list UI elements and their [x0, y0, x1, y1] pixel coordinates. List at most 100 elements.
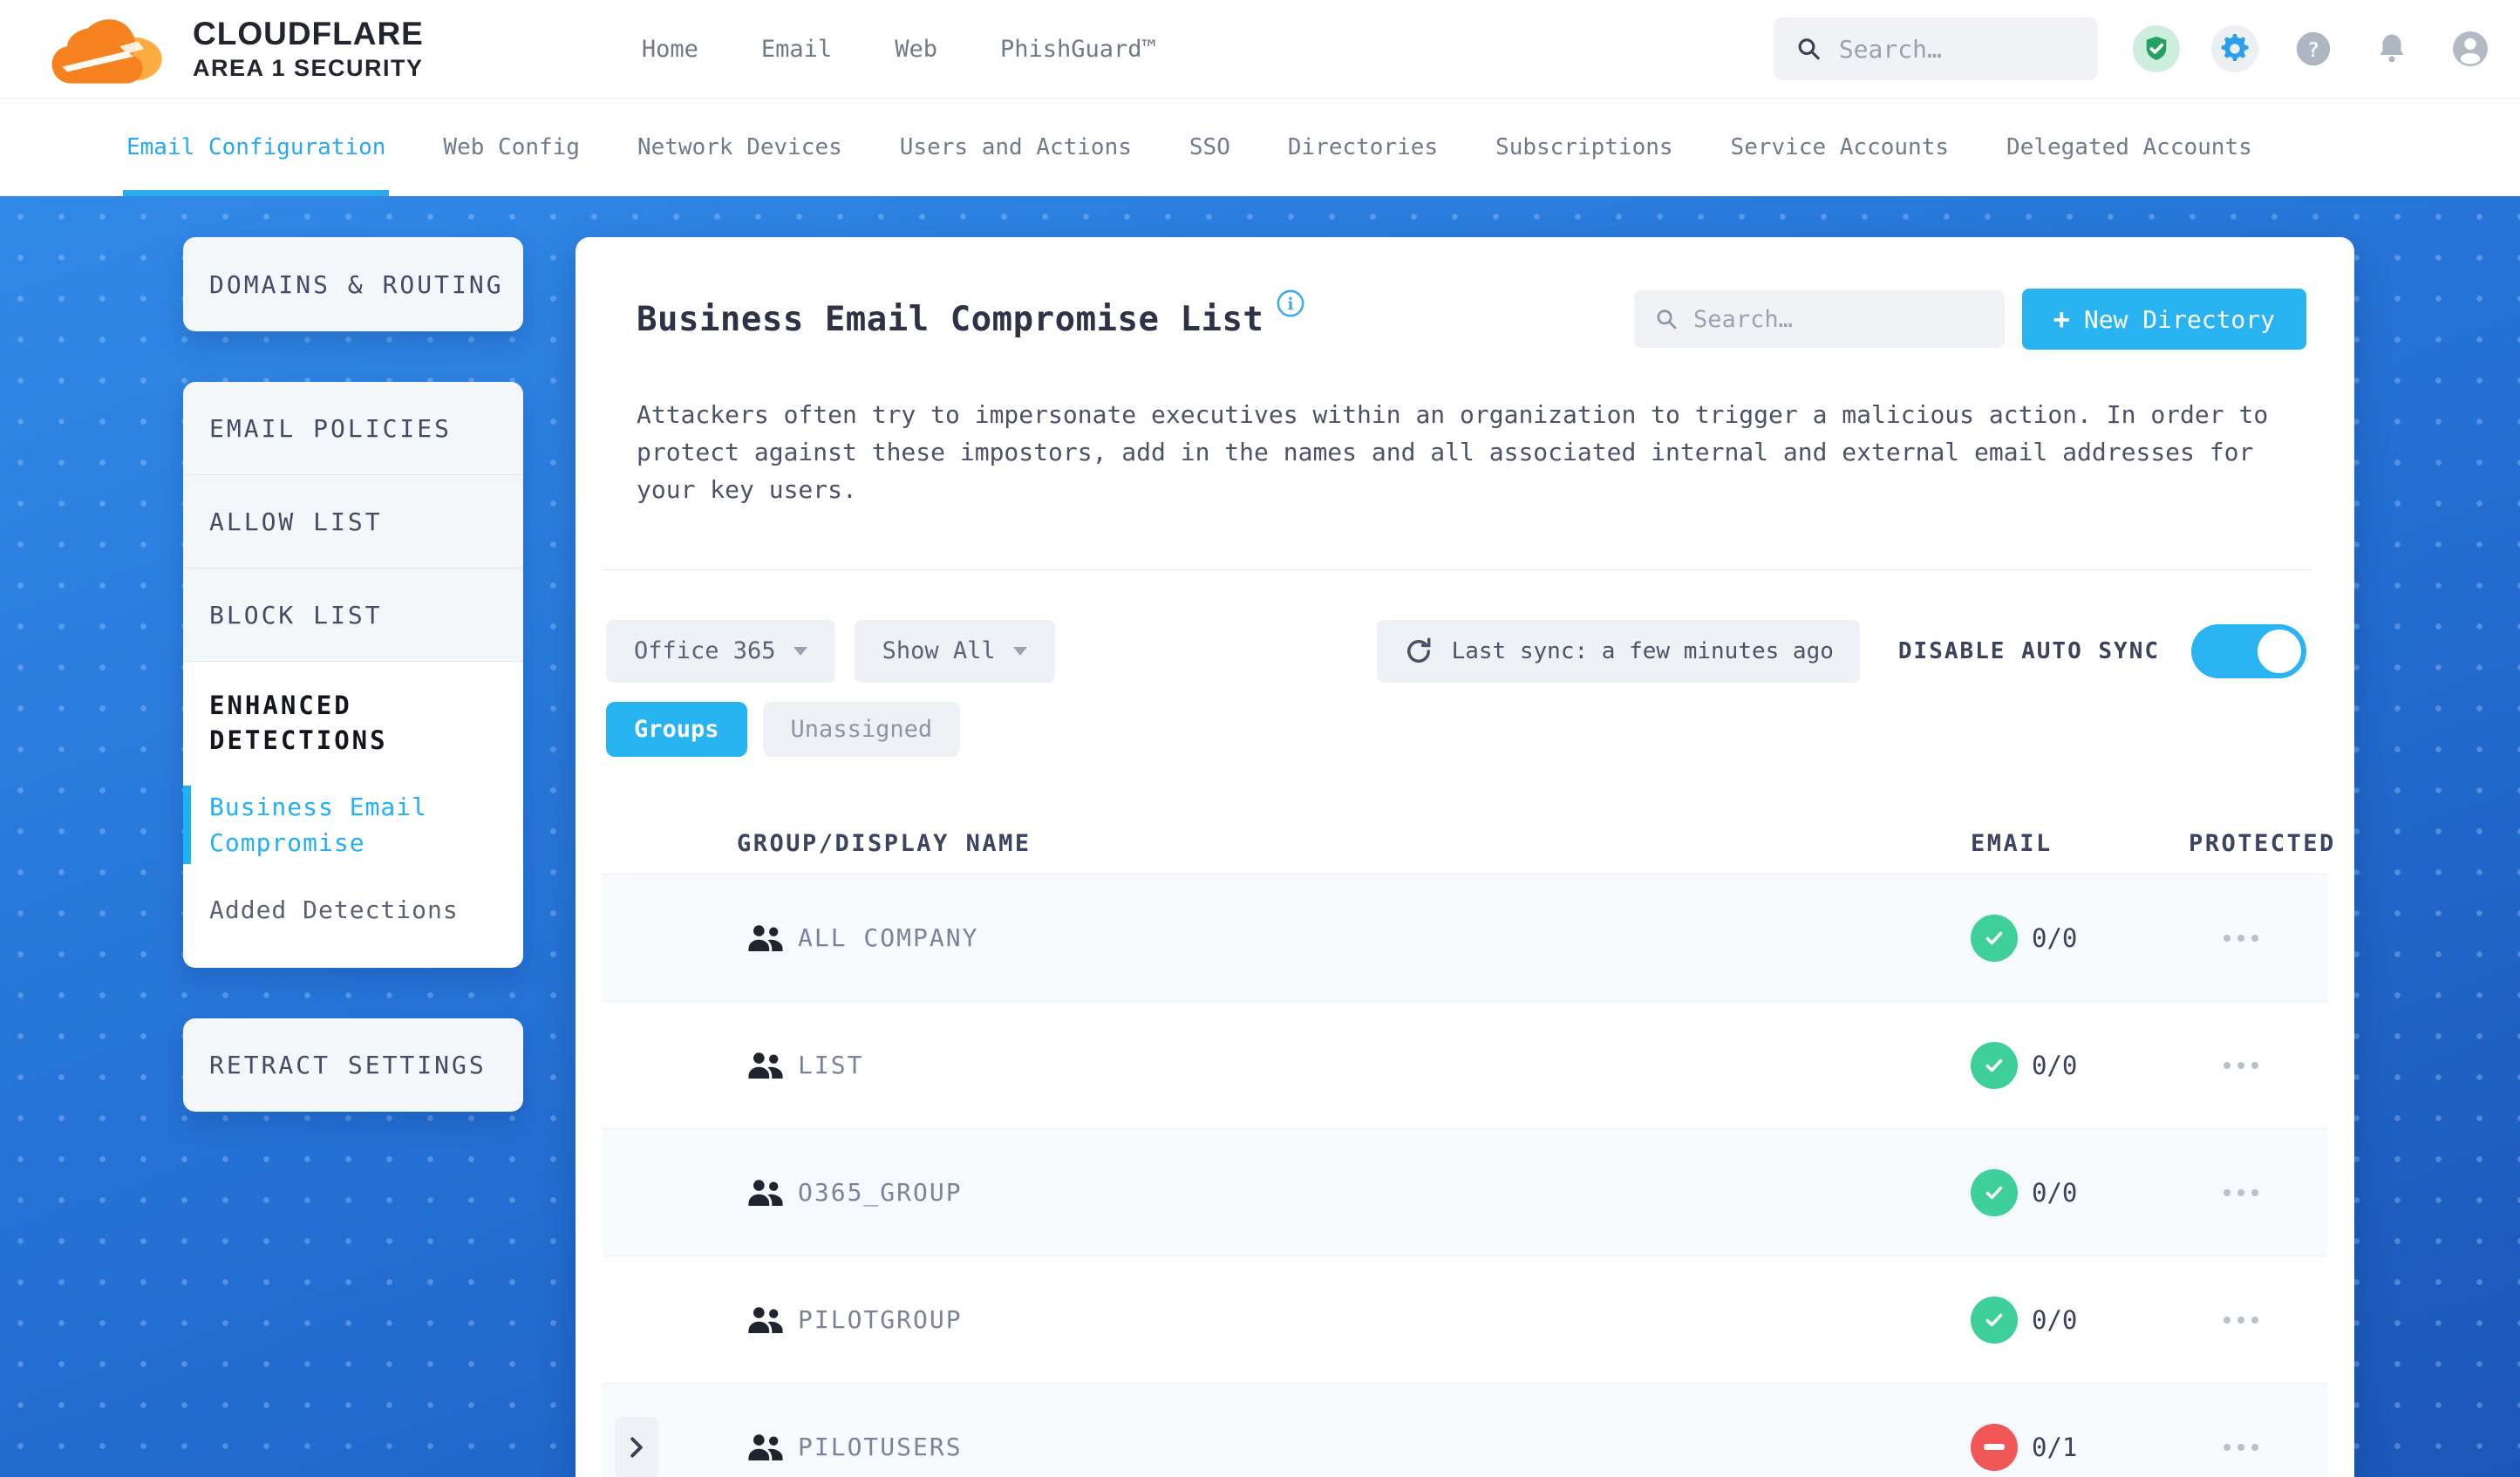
- table-header: GROUP/DISPLAY NAME EMAIL PROTECTED: [602, 825, 2333, 874]
- protected-count: 0/0: [2032, 1304, 2078, 1335]
- column-protected: PROTECTED: [2189, 830, 2336, 858]
- plus-icon: +: [2053, 303, 2070, 336]
- caret-down-icon: [793, 646, 807, 656]
- group-name: PILOTGROUP: [798, 1305, 963, 1334]
- main-panel: Business Email Compromise List i + New D…: [576, 237, 2354, 1477]
- settings-gear-icon[interactable]: [2211, 25, 2258, 72]
- sidebar-item-allow-list[interactable]: ALLOW LIST: [183, 475, 523, 568]
- protected-status-icon: [1971, 1041, 2018, 1089]
- segment-unassigned[interactable]: Unassigned: [762, 702, 961, 757]
- group-icon: [748, 1306, 783, 1333]
- disable-auto-sync-label: DISABLE AUTO SYNC: [1897, 637, 2160, 664]
- header-icon-cluster: ?: [2133, 25, 2494, 72]
- global-search-input[interactable]: [1838, 34, 2075, 64]
- sidebar-card-domains-routing[interactable]: DOMAINS & ROUTING: [183, 237, 523, 331]
- tab-subscriptions[interactable]: Subscriptions: [1495, 99, 1673, 196]
- row-menu-icon[interactable]: [2224, 1316, 2258, 1324]
- logo-sub-brand: AREA 1 SECURITY: [193, 55, 424, 81]
- protected-status-icon: [1971, 914, 2018, 962]
- help-icon[interactable]: ?: [2290, 25, 2337, 72]
- nav-home[interactable]: Home: [642, 36, 698, 63]
- groups-table: GROUP/DISPLAY NAME EMAIL PROTECTED ALL C…: [602, 825, 2333, 1477]
- sidebar-item-retract-settings[interactable]: RETRACT SETTINGS: [183, 1051, 487, 1079]
- sidebar-item-enhanced-detections[interactable]: ENHANCED DETECTIONS: [183, 688, 462, 758]
- protected-count: 0/0: [2032, 1050, 2078, 1080]
- source-dropdown[interactable]: Office 365: [606, 619, 835, 683]
- tab-delegated-accounts[interactable]: Delegated Accounts: [2006, 99, 2252, 196]
- primary-nav: Home Email Web PhishGuard™: [642, 36, 1156, 63]
- page-background: DOMAINS & ROUTING EMAIL POLICIES ALLOW L…: [0, 196, 2520, 1477]
- protected-count: 0/0: [2032, 922, 2078, 953]
- nav-phishguard[interactable]: PhishGuard™: [1000, 36, 1156, 63]
- protected-status-icon: [1971, 1296, 2018, 1344]
- table-row: PILOTGROUP 0/0: [602, 1256, 2328, 1383]
- group-icon: [748, 1052, 783, 1079]
- tab-web-config[interactable]: Web Config: [443, 99, 580, 196]
- sidebar-card-email-sections: EMAIL POLICIES ALLOW LIST BLOCK LIST ENH…: [183, 382, 523, 968]
- svg-text:?: ?: [2307, 39, 2319, 62]
- protected-count: 0/0: [2032, 1177, 2078, 1208]
- panel-titlebar: Business Email Compromise List i + New D…: [576, 237, 2354, 351]
- show-filter-dropdown[interactable]: Show All: [854, 619, 1055, 683]
- sidebar-item-email-policies[interactable]: EMAIL POLICIES: [183, 382, 523, 475]
- chevron-right-icon: [630, 1436, 643, 1458]
- table-row: PILOTUSERS 0/1: [602, 1383, 2328, 1477]
- protected-count: 0/1: [2032, 1432, 2078, 1462]
- cloudflare-logo[interactable]: CLOUDFLARE AREA 1 SECURITY: [48, 10, 424, 87]
- group-name: O365_GROUP: [798, 1178, 963, 1207]
- security-status-icon[interactable]: [2133, 25, 2180, 72]
- info-icon[interactable]: i: [1276, 289, 1305, 322]
- row-menu-icon[interactable]: [2224, 934, 2258, 942]
- tab-network-devices[interactable]: Network Devices: [637, 99, 842, 196]
- row-menu-icon[interactable]: [2224, 1443, 2258, 1451]
- column-email: EMAIL: [1971, 830, 2053, 858]
- new-directory-button[interactable]: + New Directory: [2021, 289, 2306, 350]
- group-icon: [748, 1433, 783, 1460]
- search-icon: [1657, 310, 1677, 330]
- section-tabs: Email Configuration Web Config Network D…: [0, 98, 2520, 196]
- not-protected-status-icon: [1971, 1423, 2018, 1471]
- caret-down-icon: [1012, 646, 1027, 656]
- tab-directories[interactable]: Directories: [1288, 99, 1438, 196]
- tab-service-accounts[interactable]: Service Accounts: [1731, 99, 1949, 196]
- row-menu-icon[interactable]: [2224, 1061, 2258, 1069]
- tab-users-and-actions[interactable]: Users and Actions: [900, 99, 1132, 196]
- directory-search-input[interactable]: [1693, 305, 1984, 333]
- group-icon: [748, 1179, 783, 1206]
- cloudflare-cloud-icon: [51, 19, 162, 84]
- row-menu-icon[interactable]: [2224, 1188, 2258, 1196]
- svg-text:i: i: [1288, 296, 1294, 314]
- group-name: ALL COMPANY: [798, 923, 979, 952]
- table-row: LIST 0/0: [602, 1001, 2328, 1128]
- refresh-icon: [1406, 636, 1431, 663]
- row-expand-button[interactable]: [615, 1416, 658, 1477]
- directory-search[interactable]: [1633, 290, 2005, 348]
- page-description: Attackers often try to impersonate execu…: [637, 400, 2269, 504]
- sidebar-item-block-list[interactable]: BLOCK LIST: [183, 568, 523, 662]
- nav-email[interactable]: Email: [761, 36, 832, 63]
- global-search[interactable]: [1774, 17, 2098, 80]
- filter-row: Office 365 Show All Last sync: a few min…: [606, 619, 2306, 683]
- protected-status-icon: [1971, 1168, 2018, 1216]
- tab-email-configuration[interactable]: Email Configuration: [122, 99, 390, 196]
- table-row: ALL COMPANY 0/0: [602, 874, 2328, 1001]
- nav-web[interactable]: Web: [895, 36, 937, 63]
- segment-groups[interactable]: Groups: [606, 702, 747, 757]
- section-divider: [602, 569, 2311, 570]
- group-icon: [748, 924, 783, 951]
- sidebar-item-added-detections[interactable]: Added Detections: [183, 892, 523, 928]
- column-group-display-name: GROUP/DISPLAY NAME: [737, 830, 1032, 858]
- sidebar-section-enhanced-detections: ENHANCED DETECTIONS Business Email Compr…: [183, 662, 523, 968]
- sidebar-item-domains-routing[interactable]: DOMAINS & ROUTING: [183, 270, 504, 299]
- sidebar-card-retract-settings[interactable]: RETRACT SETTINGS: [183, 1018, 523, 1112]
- sidebar-item-business-email-compromise[interactable]: Business Email Compromise: [183, 786, 462, 864]
- group-name: PILOTUSERS: [798, 1433, 963, 1461]
- auto-sync-toggle[interactable]: [2191, 623, 2306, 678]
- table-row: O365_GROUP 0/0: [602, 1128, 2328, 1256]
- top-header: CLOUDFLARE AREA 1 SECURITY Home Email We…: [0, 0, 2520, 98]
- last-sync-button[interactable]: Last sync: a few minutes ago: [1376, 619, 1860, 683]
- notifications-bell-icon[interactable]: [2368, 25, 2415, 72]
- tab-sso[interactable]: SSO: [1189, 99, 1230, 196]
- segment-switcher: Groups Unassigned: [606, 702, 2354, 757]
- user-avatar[interactable]: [2447, 25, 2494, 72]
